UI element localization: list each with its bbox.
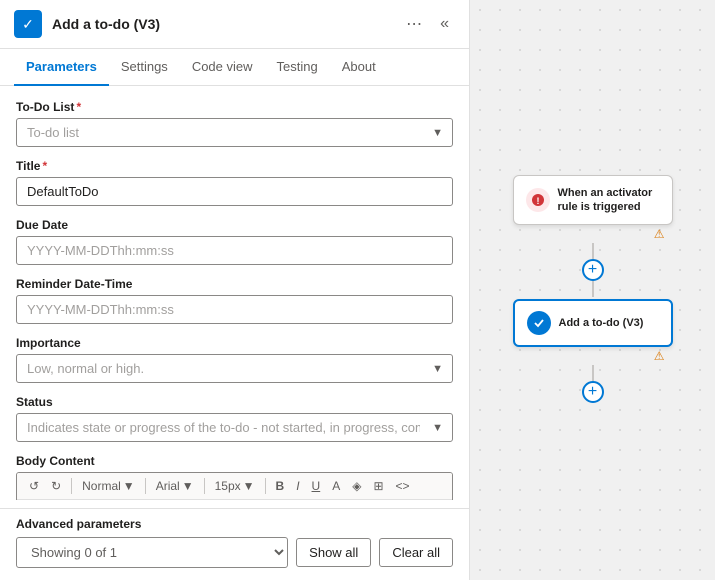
toolbar-separator-1 [71, 478, 72, 494]
tab-testing[interactable]: Testing [265, 49, 330, 86]
tabs-bar: Parameters Settings Code view Testing Ab… [0, 49, 469, 86]
required-star: * [76, 100, 81, 114]
form-content: To-Do List * To-do list ▼ Title * Due Da… [0, 86, 469, 500]
advanced-section: Advanced parameters Showing 0 of 1 Show … [0, 508, 469, 580]
check-icon [532, 316, 546, 330]
font-dropdown[interactable]: Arial ▼ [152, 477, 198, 495]
bold-button[interactable]: B [272, 477, 289, 495]
todo-list-select[interactable]: To-do list [16, 118, 453, 147]
status-select[interactable]: Indicates state or progress of the to-do… [16, 413, 453, 442]
underline-button[interactable]: U [308, 477, 325, 495]
svg-text:!: ! [536, 196, 539, 206]
due-date-group: Due Date [16, 218, 453, 265]
more-options-button[interactable]: ⋯ [400, 12, 428, 36]
tab-code-view[interactable]: Code view [180, 49, 265, 86]
add-step-button-1[interactable]: + [582, 259, 604, 281]
title-group: Title * [16, 159, 453, 206]
font-color-button[interactable]: A [328, 477, 344, 495]
trigger-icon: ! [526, 188, 550, 212]
flow-line-3 [592, 365, 594, 381]
show-all-button[interactable]: Show all [296, 538, 371, 567]
trigger-card[interactable]: ! When an activator rule is triggered [513, 175, 673, 226]
style-chevron-icon: ▼ [123, 479, 135, 493]
right-panel: ! When an activator rule is triggered ⚠ … [470, 0, 715, 580]
advanced-label: Advanced parameters [16, 509, 453, 531]
collapse-button[interactable]: « [434, 13, 455, 35]
tab-parameters[interactable]: Parameters [14, 49, 109, 86]
todo-list-label: To-Do List * [16, 100, 453, 114]
undo-button[interactable]: ↺ [25, 477, 43, 495]
todo-list-group: To-Do List * To-do list ▼ [16, 100, 453, 147]
toolbar-separator-2 [145, 478, 146, 494]
due-date-input[interactable] [16, 236, 453, 265]
action-icon [527, 311, 551, 335]
importance-select-wrapper: Low, normal or high. ▼ [16, 354, 453, 383]
size-dropdown[interactable]: 15px ▼ [211, 477, 259, 495]
flow-connector-2: + [582, 365, 604, 403]
status-group: Status Indicates state or progress of th… [16, 395, 453, 442]
tab-about[interactable]: About [330, 49, 388, 86]
title-required-star: * [42, 159, 47, 173]
header-actions: ⋯ « [400, 12, 455, 36]
highlight-button[interactable]: ◈ [348, 477, 365, 495]
reminder-label: Reminder Date-Time [16, 277, 453, 291]
panel-icon: ✓ [14, 10, 42, 38]
rich-editor: ↺ ↻ Normal ▼ Arial ▼ 15px ▼ [16, 472, 453, 500]
action-card-wrapper: Add a to-do (V3) ⚠ [513, 299, 673, 363]
tab-settings[interactable]: Settings [109, 49, 180, 86]
redo-button[interactable]: ↻ [47, 477, 65, 495]
trigger-card-wrapper: ! When an activator rule is triggered ⚠ [513, 175, 673, 242]
panel-title: Add a to-do (V3) [52, 16, 390, 32]
action-card-text: Add a to-do (V3) [559, 316, 644, 330]
action-warning-row: ⚠ [513, 349, 673, 363]
panel-header: ✓ Add a to-do (V3) ⋯ « [0, 0, 469, 49]
flow-connector-1: + [582, 243, 604, 297]
action-card[interactable]: Add a to-do (V3) [513, 299, 673, 347]
advanced-row: Showing 0 of 1 Show all Clear all [16, 537, 453, 568]
code-button[interactable]: <> [392, 477, 414, 495]
trigger-warning-icon: ⚠ [654, 227, 665, 241]
left-panel: ✓ Add a to-do (V3) ⋯ « Parameters Settin… [0, 0, 470, 580]
status-label: Status [16, 395, 453, 409]
title-label: Title * [16, 159, 453, 173]
importance-select[interactable]: Low, normal or high. [16, 354, 453, 383]
italic-button[interactable]: I [292, 477, 303, 495]
due-date-label: Due Date [16, 218, 453, 232]
flow-line-2 [592, 281, 594, 297]
flow-line-1 [592, 243, 594, 259]
error-icon: ! [531, 193, 545, 207]
trigger-card-text: When an activator rule is triggered [558, 186, 660, 215]
title-input[interactable] [16, 177, 453, 206]
toolbar-separator-4 [265, 478, 266, 494]
toolbar-separator-3 [204, 478, 205, 494]
flow-container: ! When an activator rule is triggered ⚠ … [513, 175, 673, 406]
reminder-input[interactable] [16, 295, 453, 324]
trigger-warning-row: ⚠ [513, 227, 673, 241]
reminder-group: Reminder Date-Time [16, 277, 453, 324]
link-button[interactable]: ⊞ [369, 477, 387, 495]
body-content-group: Body Content ↺ ↻ Normal ▼ Arial ▼ [16, 454, 453, 500]
importance-group: Importance Low, normal or high. ▼ [16, 336, 453, 383]
style-dropdown[interactable]: Normal ▼ [78, 477, 139, 495]
todo-list-select-wrapper: To-do list ▼ [16, 118, 453, 147]
advanced-select[interactable]: Showing 0 of 1 [16, 537, 288, 568]
action-warning-icon: ⚠ [654, 349, 665, 363]
add-step-button-2[interactable]: + [582, 381, 604, 403]
font-chevron-icon: ▼ [182, 479, 194, 493]
status-select-wrapper: Indicates state or progress of the to-do… [16, 413, 453, 442]
clear-all-button[interactable]: Clear all [379, 538, 453, 567]
importance-label: Importance [16, 336, 453, 350]
size-chevron-icon: ▼ [243, 479, 255, 493]
rich-toolbar: ↺ ↻ Normal ▼ Arial ▼ 15px ▼ [17, 473, 452, 500]
body-content-label: Body Content [16, 454, 453, 468]
